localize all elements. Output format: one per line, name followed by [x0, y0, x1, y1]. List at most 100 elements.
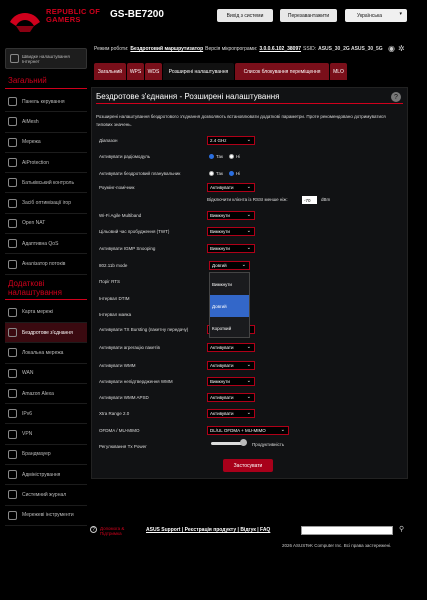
- tab-0[interactable]: Загальний: [94, 63, 126, 80]
- sidebar-item-label: IPv6: [22, 410, 33, 417]
- setting-select[interactable]: Вимкнути ⌄: [207, 244, 255, 253]
- nav-icon: [8, 137, 17, 147]
- tab-5[interactable]: MLO: [330, 63, 347, 80]
- wizard-icon: [10, 54, 19, 63]
- help-icon[interactable]: ?: [391, 92, 401, 102]
- sidebar-item-general-8[interactable]: Аналізатор потоків: [5, 254, 87, 275]
- radio-scheduler-no[interactable]: Ні: [229, 171, 240, 176]
- chevron-down-icon: ⌄: [241, 262, 246, 268]
- setting-select[interactable]: Активувати ⌄: [207, 393, 255, 402]
- nav-icon: [8, 218, 17, 228]
- status-icons: ◉ ✲: [388, 44, 405, 53]
- setting-select[interactable]: Вимкнути ⌄: [207, 211, 255, 220]
- setting-select[interactable]: Активувати ⌄: [207, 183, 255, 192]
- sidebar-item-advanced-7[interactable]: Брандмауер: [5, 445, 87, 466]
- setting-select[interactable]: Вимкнути ⌄: [207, 377, 255, 386]
- chevron-down-icon: ⌄: [246, 344, 251, 350]
- radio-enable-yes[interactable]: Так: [209, 154, 223, 159]
- sidebar-item-general-1[interactable]: AiMesh: [5, 112, 87, 133]
- setting-label: Активувати непідтвердження WMM: [99, 379, 173, 384]
- tab-4[interactable]: Список блокування переміщення: [235, 63, 329, 80]
- nav-icon: [8, 429, 17, 439]
- select-value: Активувати: [210, 363, 234, 368]
- reboot-button[interactable]: Перезавантажити: [280, 9, 337, 22]
- rssi-input[interactable]: -70: [302, 196, 317, 204]
- sidebar-item-label: Адаптивна QoS: [22, 240, 59, 247]
- dropdown-option[interactable]: Короткий: [210, 317, 249, 339]
- sidebar-item-advanced-0[interactable]: Карта мережі: [5, 303, 87, 323]
- nav-icon: [8, 158, 17, 168]
- tab-2[interactable]: WDS: [145, 63, 162, 80]
- sidebar-item-advanced-3[interactable]: WAN: [5, 364, 87, 384]
- sidebar-item-general-7[interactable]: Адаптивна QoS: [5, 234, 87, 255]
- tab-bar: Загальний WPS WDS Розширені налаштування Спи…: [94, 63, 347, 80]
- select-value: Вимкнути: [210, 246, 230, 251]
- nav-icon: [8, 409, 17, 419]
- sidebar-item-advanced-8[interactable]: Адміністрування: [5, 465, 87, 486]
- setting-select[interactable]: Активувати ⌄: [207, 409, 255, 418]
- sidebar-item-label: Засіб оптимізації ігор: [22, 200, 71, 207]
- divider: [96, 103, 403, 104]
- setting-select[interactable]: Довгий ⌄: [209, 261, 250, 270]
- chevron-down-icon: ⌄: [246, 184, 251, 190]
- sidebar-item-advanced-4[interactable]: Amazon Alexa: [5, 384, 87, 405]
- logout-button[interactable]: Вихід з системи: [217, 9, 273, 22]
- select-value: Вимкнути: [210, 379, 230, 384]
- language-select[interactable]: Українська ▾: [345, 9, 407, 22]
- globe-icon[interactable]: ◉: [388, 44, 395, 53]
- sidebar-item-general-3[interactable]: AiProtection: [5, 153, 87, 174]
- sidebar-item-general-5[interactable]: Засіб оптимізації ігор: [5, 193, 87, 214]
- tx-power-value: Продуктивність: [252, 442, 285, 447]
- gear-icon[interactable]: ✲: [398, 44, 405, 53]
- setting-label: Поріг RTS: [99, 279, 121, 284]
- rog-logo-icon[interactable]: [8, 6, 42, 34]
- sidebar-item-label: Брандмауер: [22, 451, 51, 458]
- chevron-down-icon: ⌄: [246, 212, 251, 218]
- tab-3[interactable]: Розширені налаштування: [163, 63, 234, 80]
- select-value: Активувати: [210, 345, 234, 350]
- tab-1[interactable]: WPS: [127, 63, 144, 80]
- sidebar-item-general-4[interactable]: Батьківський контроль: [5, 173, 87, 194]
- nav-icon: [8, 198, 17, 208]
- sidebar-item-advanced-5[interactable]: IPv6: [5, 404, 87, 425]
- setting-label: Активувати IGMP Snooping: [99, 246, 156, 251]
- mode-link[interactable]: Бездротовий маршрутизатор: [130, 46, 203, 52]
- search-icon[interactable]: ⚲: [399, 525, 404, 533]
- sidebar-item-label: AiMesh: [22, 118, 39, 125]
- footer: ? Допомога & Підтримка ASUS Support | Реє…: [0, 518, 427, 578]
- slider-handle[interactable]: [240, 439, 247, 446]
- setting-select[interactable]: 2.4 GHz ⌄: [207, 136, 255, 145]
- setting-label: Роумінг-помічник: [99, 185, 135, 190]
- setting-select[interactable]: DL/UL OFDMA + MU-MIMO ⌄: [207, 426, 289, 435]
- sidebar-item-advanced-1[interactable]: Бездротове з'єднання: [5, 322, 87, 344]
- sidebar-item-advanced-6[interactable]: VPN: [5, 424, 87, 445]
- dropdown-option[interactable]: Довгий: [210, 295, 249, 317]
- page-title: Бездротове з'єднання - Розширені налашту…: [96, 92, 280, 101]
- setting-label: 802.11b mode: [99, 263, 128, 268]
- setting-select[interactable]: Активувати ⌄: [207, 343, 255, 352]
- sidebar-item-general-0[interactable]: Панель керування: [5, 92, 87, 113]
- chevron-down-icon: ⌄: [246, 228, 251, 234]
- footer-search-input[interactable]: [301, 526, 393, 535]
- sidebar-item-general-6[interactable]: Open NAT: [5, 214, 87, 235]
- setting-label: Wi-Fi Agile Multiband: [99, 213, 142, 218]
- setting-label: OFDMA / MU-MIMO: [99, 428, 140, 433]
- quick-setup-button[interactable]: Швидке налаштування Інтернет: [5, 48, 87, 69]
- mode-dropdown-list[interactable]: Вимкнути Довгий Короткий: [209, 272, 250, 338]
- apply-button[interactable]: Застосувати: [223, 459, 273, 472]
- dropdown-option[interactable]: Вимкнути: [210, 273, 249, 295]
- setting-select[interactable]: Вимкнути ⌄: [207, 227, 255, 236]
- sidebar-item-label: Мережа: [22, 139, 41, 146]
- radio-scheduler-yes[interactable]: Так: [209, 171, 223, 176]
- sidebar-item-advanced-9[interactable]: Системний журнал: [5, 485, 87, 506]
- setting-label: Інтервал маяка: [99, 312, 132, 317]
- firmware-link[interactable]: 3.0.0.6.102_38097: [259, 46, 301, 52]
- radio-enable-no[interactable]: Ні: [229, 154, 240, 159]
- sidebar-item-general-2[interactable]: Мережа: [5, 133, 87, 153]
- sidebar-item-advanced-2[interactable]: Локальна мережа: [5, 343, 87, 364]
- footer-links[interactable]: ASUS Support | Реєстрація продукту | Від…: [146, 527, 270, 533]
- setting-select[interactable]: Активувати ⌄: [207, 361, 255, 370]
- sidebar: Швидке налаштування Інтернет Загальний П…: [5, 48, 87, 526]
- setting-label: Регулювання Tx Power: [99, 444, 147, 449]
- help-support[interactable]: ? Допомога & Підтримка: [90, 526, 124, 536]
